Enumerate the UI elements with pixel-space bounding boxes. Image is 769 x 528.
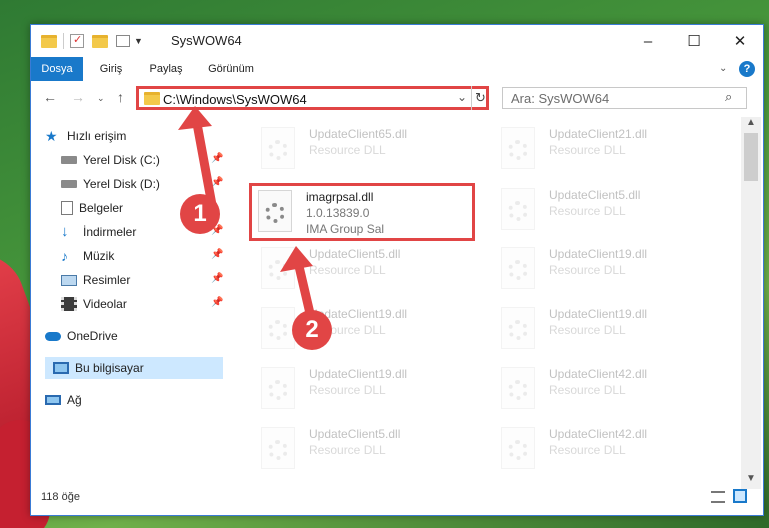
step-2-badge: 2 [292,310,332,350]
arrowhead-1 [178,106,212,130]
arrowhead-2 [280,246,313,272]
step-1-badge: 1 [180,194,220,234]
annotation-arrows [178,106,317,327]
arrow-1 [191,113,217,210]
